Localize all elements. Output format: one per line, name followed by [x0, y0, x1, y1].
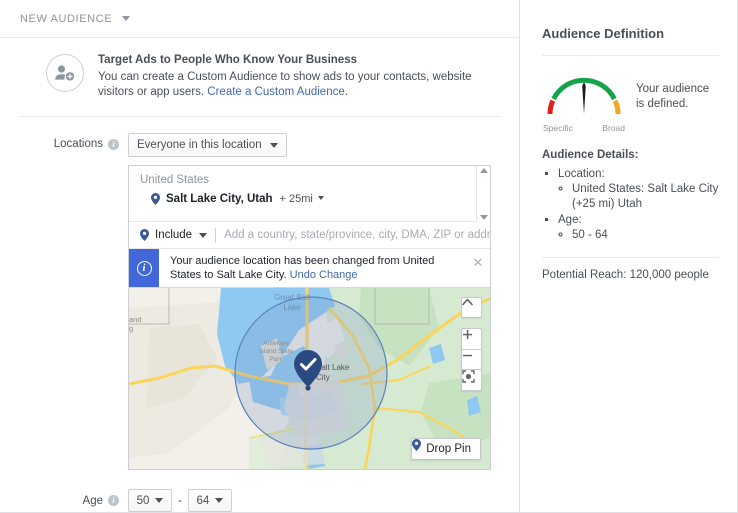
notification-icon-area: i: [129, 249, 159, 287]
include-row: Include: [129, 222, 490, 249]
svg-text:Lake: Lake: [283, 303, 301, 312]
svg-text:Great Salt: Great Salt: [274, 293, 311, 302]
detail-value: 50 - 64: [572, 228, 719, 243]
audience-definition-panel: Audience Definition Specific Broad Your …: [519, 0, 737, 512]
age-label-wrap: Age i: [0, 495, 128, 507]
chevron-down-icon: [155, 498, 164, 503]
custom-audience-promo: Target Ads to People Who Know Your Busin…: [18, 38, 502, 117]
page-title: NEW AUDIENCE: [20, 12, 113, 25]
location-scope-select[interactable]: Everyone in this location: [128, 133, 287, 157]
chevron-down-icon: [199, 232, 208, 238]
close-icon[interactable]: ✕: [466, 249, 490, 287]
new-audience-header[interactable]: NEW AUDIENCE: [0, 0, 520, 38]
promo-title: Target Ads to People Who Know Your Busin…: [98, 54, 357, 66]
map-pin-icon: [140, 229, 149, 241]
location-country-group: United States: [140, 174, 210, 186]
age-row: Age i 50 - 64: [0, 489, 520, 512]
locations-label: Locations: [53, 138, 103, 150]
chevron-down-icon: [269, 142, 278, 148]
compass-up-icon[interactable]: [461, 297, 482, 318]
location-search-input[interactable]: [224, 229, 490, 241]
location-radius-value: + 25mi: [279, 193, 313, 205]
age-min-select[interactable]: 50: [128, 489, 172, 512]
age-max-value: 64: [196, 494, 210, 507]
map-pin-icon: [151, 193, 160, 205]
detail-label: Age:: [558, 214, 582, 226]
locations-scrollbar[interactable]: [476, 166, 490, 222]
audience-details-list: Location: United States: Salt Lake City …: [542, 166, 719, 243]
include-label: Include: [155, 229, 193, 241]
detail-group-age: Age: 50 - 64: [558, 212, 719, 243]
detail-values: 50 - 64: [558, 228, 719, 243]
left-panel: NEW AUDIENCE Target Ads to People Who Kn…: [0, 0, 520, 512]
age-min-value: 50: [136, 494, 150, 507]
location-list-item[interactable]: Salt Lake City, Utah + 25mi: [129, 193, 490, 205]
audience-details-title: Audience Details:: [542, 149, 639, 161]
create-custom-audience-link[interactable]: Create a Custom Audience: [207, 86, 344, 98]
scroll-down-arrow-icon[interactable]: [479, 215, 488, 220]
locations-label-wrap: Locations i: [0, 133, 128, 150]
drop-pin-label: Drop Pin: [426, 443, 471, 455]
detail-value: United States: Salt Lake City (+25 mi) U…: [572, 182, 719, 212]
gauge-label-specific: Specific: [543, 123, 573, 133]
info-circle-icon: i: [136, 260, 152, 276]
location-map[interactable]: Great Salt Lake Antelope Island State Pa…: [129, 288, 490, 469]
info-icon[interactable]: i: [108, 495, 119, 506]
promo-body-period: .: [344, 86, 348, 98]
gauge-labels: Specific Broad: [542, 123, 626, 133]
minus-icon[interactable]: [461, 349, 482, 370]
divider: [542, 257, 719, 258]
location-editor-panel: United States Salt Lake City, Utah + 25m…: [128, 165, 491, 470]
selected-locations-list: United States Salt Lake City, Utah + 25m…: [129, 166, 490, 222]
drop-pin-button[interactable]: Drop Pin: [411, 438, 481, 460]
age-range-separator: -: [178, 494, 182, 507]
location-radius-select[interactable]: + 25mi: [280, 193, 324, 205]
audience-status-note: Your audience is defined.: [636, 83, 710, 110]
add-person-icon: [46, 54, 84, 92]
info-icon[interactable]: i: [108, 138, 119, 150]
include-mode-select[interactable]: Include: [140, 229, 208, 241]
scroll-up-arrow-icon[interactable]: [479, 168, 488, 173]
age-max-select[interactable]: 64: [187, 489, 232, 512]
locate-crosshair-icon[interactable]: [461, 370, 482, 391]
chevron-down-icon: [317, 196, 324, 200]
undo-change-link[interactable]: Undo Change: [290, 269, 358, 281]
chevron-down-icon[interactable]: [122, 16, 131, 21]
audience-editor-page: NEW AUDIENCE Target Ads to People Who Kn…: [0, 0, 738, 513]
divider: [215, 227, 217, 243]
plus-icon[interactable]: [461, 328, 482, 349]
detail-values: United States: Salt Lake City (+25 mi) U…: [558, 182, 719, 212]
potential-reach: Potential Reach: 120,000 people: [542, 269, 709, 281]
gauge-label-broad: Broad: [602, 123, 625, 133]
audience-gauge: Specific Broad: [542, 68, 626, 133]
location-name: Salt Lake City, Utah: [166, 193, 273, 205]
svg-text:Park: Park: [269, 356, 283, 363]
age-label: Age: [82, 494, 103, 507]
notification-text: Your audience location has been changed …: [159, 249, 466, 287]
audience-gauge-block: Specific Broad Your audience is defined.: [542, 68, 719, 133]
svg-text:Antelope: Antelope: [263, 340, 289, 347]
locations-row: Locations i Everyone in this location: [0, 133, 520, 157]
detail-group-location: Location: United States: Salt Lake City …: [558, 166, 719, 212]
chevron-down-icon: [215, 498, 224, 503]
detail-label: Location:: [558, 168, 605, 180]
location-scope-value: Everyone in this location: [137, 139, 262, 151]
divider: [542, 55, 719, 56]
audience-definition-title: Audience Definition: [542, 26, 665, 41]
svg-text:g: g: [129, 324, 133, 333]
svg-text:Island State: Island State: [259, 348, 294, 355]
location-change-notification: i Your audience location has been change…: [129, 249, 490, 288]
svg-text:and: and: [129, 315, 142, 324]
promo-body: You can create a Custom Audience to show…: [98, 70, 480, 100]
